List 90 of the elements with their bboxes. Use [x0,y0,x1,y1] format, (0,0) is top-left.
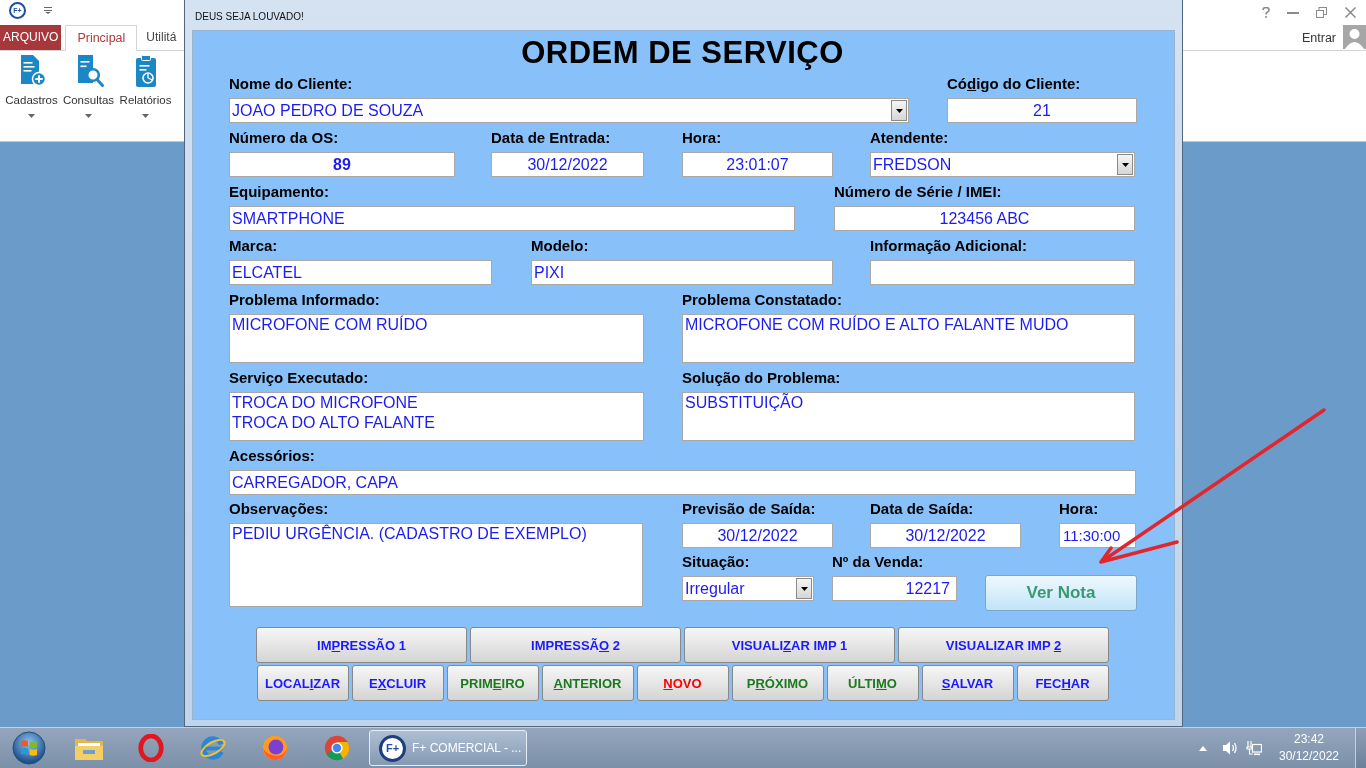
caret-icon [895,108,903,113]
caret-icon [85,114,92,118]
ribbon-tab[interactable]: Principal [65,25,138,51]
field-label: Informação Adicional: [870,237,1027,254]
show-desktop-button[interactable] [1355,728,1366,768]
field-label: Atendente: [870,129,949,146]
app-logo: F+ [379,734,406,762]
search-button[interactable]: LOCALIZAR [256,665,349,701]
dropdown-button[interactable] [1117,154,1133,175]
start-button[interactable] [12,731,46,765]
customize-toolbar-icon[interactable] [44,7,52,14]
field-label: Equipamento: [229,183,329,200]
reported-problem-field[interactable]: MICROFONE COM RUÍDO [229,314,644,363]
ribbon-button[interactable]: Cadastros [3,55,60,141]
entry-date-field[interactable]: 30/12/2022 [491,152,644,177]
print-button[interactable]: IMPRESSÃO 2 [470,627,681,663]
field-label: Hora: [1059,500,1099,517]
client-code-field[interactable]: 21 [947,98,1137,123]
previous-button[interactable]: ANTERIOR [541,665,634,701]
field-label: Acessórios: [229,447,315,464]
caret-icon [142,114,149,118]
field-label: Hora: [682,129,722,146]
ribbon-tab[interactable]: Utilitá [142,25,181,50]
close-icon[interactable] [1345,7,1356,18]
brand-field[interactable]: ELCATEL [229,260,492,285]
caret-icon [1121,162,1129,167]
entry-time-field[interactable]: 23:01:07 [682,152,833,177]
restore-icon[interactable] [1316,7,1327,18]
field-label: Situação: [682,553,750,570]
avatar-icon[interactable] [1343,25,1366,49]
solution-field[interactable]: SUBSTITUIÇÃO [682,392,1135,441]
file-tab[interactable]: ARQUIVO [0,25,62,50]
ribbon-button[interactable]: Relatórios [117,55,174,141]
field-label: Observações: [229,500,329,517]
print-button[interactable]: IMPRESSÃO 1 [256,627,467,663]
field-label: Problema Informado: [229,291,380,308]
equipment-field[interactable]: SMARTPHONE [229,206,795,231]
attendant-combo[interactable]: FREDSON [870,152,1135,177]
serial-number-field[interactable]: 123456 ABC [834,206,1135,231]
preview-button[interactable]: VISUALIZAR IMP 1 [684,627,895,663]
field-label: Data de Entrada: [491,129,611,146]
ring-icon[interactable] [136,734,166,762]
last-button[interactable]: ÚLTIMO [826,665,919,701]
taskbar-window-button[interactable]: F+ F+ COMERCIAL - ... [369,730,527,766]
field-label: Marca: [229,237,278,254]
field-label: Nome do Cliente: [229,75,353,92]
wheel-icon[interactable] [322,734,352,762]
ribbon-button[interactable]: Consultas [60,55,117,141]
exit-date-field[interactable]: 30/12/2022 [870,523,1021,548]
order-number-field[interactable]: 89 [229,152,455,177]
flame-globe-icon[interactable] [260,734,290,762]
preview-button[interactable]: VISUALIZAR IMP 2 [898,627,1109,663]
field-label: Serviço Executado: [229,369,369,386]
model-field[interactable]: PIXI [531,260,833,285]
field-label: Solução do Problema: [682,369,841,386]
close-button[interactable]: FECHAR [1016,665,1109,701]
form-heading: ORDEM DE SERVIÇO [521,35,844,70]
status-combo[interactable]: Irregular [682,576,814,601]
orbit-icon[interactable] [198,734,228,762]
save-button[interactable]: SALVAR [921,665,1014,701]
client-name-combo[interactable]: JOAO PEDRO DE SOUZA [229,98,909,123]
field-label: Nº da Venda: [832,553,924,570]
caret-icon [28,114,35,118]
caret-icon [800,586,808,591]
next-button[interactable]: PRÓXIMO [731,665,824,701]
field-label: Número da OS: [229,129,339,146]
field-label: Modelo: [531,237,589,254]
additional-info-field[interactable] [870,260,1135,285]
sale-number-field[interactable]: 12217 [832,576,957,601]
field-label: Data de Saída: [870,500,974,517]
dropdown-button[interactable] [796,578,812,599]
field-label: Previsão de Saída: [682,500,816,517]
field-label: Problema Constatado: [682,291,843,308]
accessories-field[interactable]: CARREGADOR, CAPA [229,470,1136,495]
notes-field[interactable]: PEDIU URGÊNCIA. (CADASTRO DE EXEMPLO) [229,523,643,607]
field-label: Código do Cliente: [947,75,1081,92]
found-problem-field[interactable]: MICROFONE COM RUÍDO E ALTO FALANTE MUDO [682,314,1135,363]
caret-up-icon[interactable] [1199,745,1207,751]
monitor-icon[interactable] [1246,740,1262,756]
delete-button[interactable]: EXCLUIR [351,665,444,701]
first-button[interactable]: PRIMEIRO [446,665,539,701]
window-title: DEUS SEJA LOUVADO! [195,11,304,22]
speaker-icon[interactable] [1222,740,1238,756]
service-done-field[interactable]: TROCA DO MICROFONE TROCA DO ALTO FALANTE [229,392,644,441]
field-label: Número de Série / IMEI: [834,183,1002,200]
dropdown-button[interactable] [891,100,907,121]
expected-exit-date-field[interactable]: 30/12/2022 [682,523,833,548]
exit-time-field[interactable]: 11:30:00 [1059,523,1136,548]
help-icon[interactable] [1262,7,1270,18]
sign-in-link[interactable]: Entrar [1301,31,1336,45]
